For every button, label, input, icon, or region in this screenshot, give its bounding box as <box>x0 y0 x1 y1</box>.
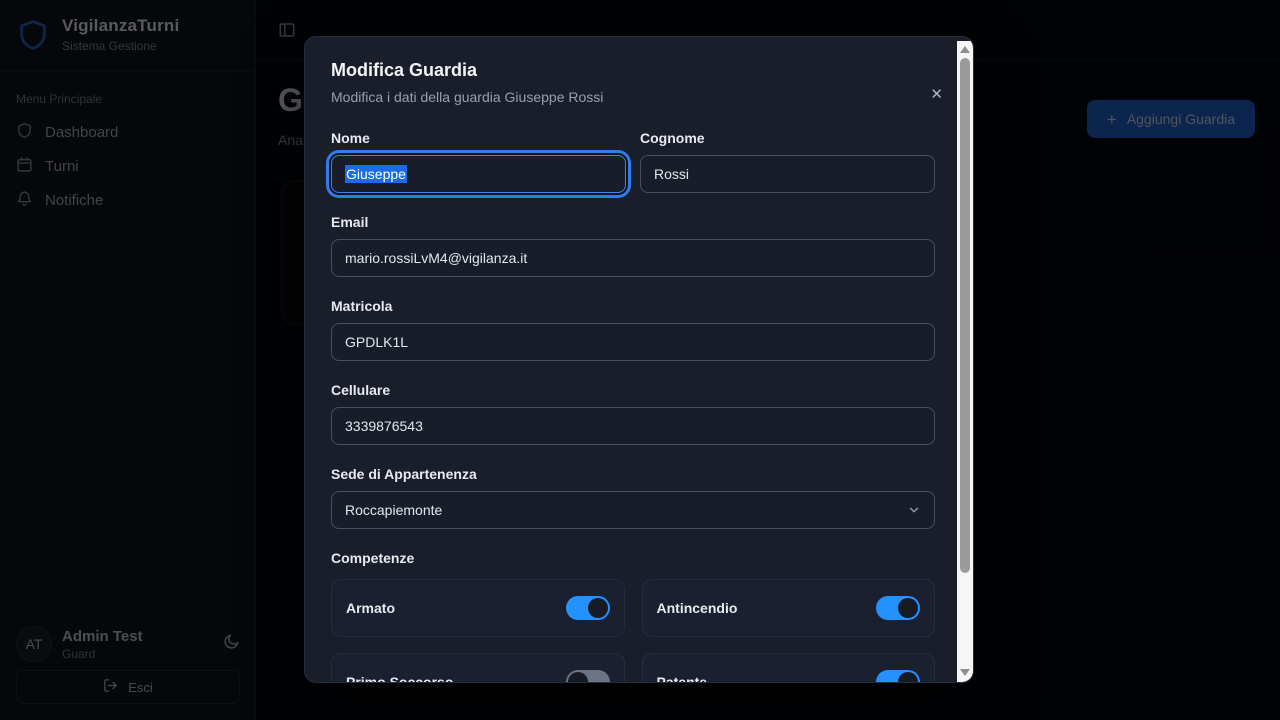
toggle-knob <box>898 598 918 618</box>
scroll-up-arrow-icon[interactable] <box>960 46 970 53</box>
toggle-knob <box>568 672 588 683</box>
competenza-label: Primo Soccorso <box>346 674 453 683</box>
sede-selected-value: Roccapiemonte <box>345 502 442 518</box>
competenze-label: Competenze <box>331 549 935 567</box>
email-field[interactable] <box>331 239 935 277</box>
competenza-label: Antincendio <box>657 600 738 616</box>
cognome-input[interactable] <box>640 155 935 193</box>
primo-soccorso-toggle[interactable] <box>566 670 610 683</box>
modal-scrollbar[interactable] <box>957 41 973 682</box>
armato-toggle[interactable] <box>566 596 610 620</box>
toggle-knob <box>588 598 608 618</box>
matricola-input[interactable] <box>331 323 935 361</box>
toggle-knob <box>898 672 918 683</box>
matricola-label: Matricola <box>331 297 935 315</box>
cellulare-input[interactable] <box>331 407 935 445</box>
modal-title: Modifica Guardia <box>331 57 935 83</box>
competenze-grid: Armato Antincendio Primo Soccorso Patent… <box>331 579 935 683</box>
competenza-card-antincendio: Antincendio <box>642 579 936 637</box>
edit-guard-modal: ✕ Modifica Guardia Modifica i dati della… <box>304 36 974 683</box>
cellulare-label: Cellulare <box>331 381 935 399</box>
chevron-down-icon <box>907 503 921 517</box>
nome-label: Nome <box>331 129 626 147</box>
sede-label: Sede di Appartenenza <box>331 465 935 483</box>
competenza-label: Armato <box>346 600 395 616</box>
selected-text: Giuseppe <box>345 165 407 183</box>
antincendio-toggle[interactable] <box>876 596 920 620</box>
competenza-card-primo-soccorso: Primo Soccorso <box>331 653 625 683</box>
patente-toggle[interactable] <box>876 670 920 683</box>
close-icon[interactable]: ✕ <box>930 87 943 102</box>
email-label: Email <box>331 213 935 231</box>
competenza-card-patente: Patente <box>642 653 936 683</box>
nome-input[interactable]: Giuseppe <box>331 155 626 193</box>
modal-subtitle: Modifica i dati della guardia Giuseppe R… <box>331 87 935 107</box>
competenza-card-armato: Armato <box>331 579 625 637</box>
scroll-down-arrow-icon[interactable] <box>960 669 970 676</box>
competenza-label: Patente <box>657 674 708 683</box>
sede-select[interactable]: Roccapiemonte <box>331 491 935 529</box>
scrollbar-thumb[interactable] <box>960 58 970 573</box>
cognome-label: Cognome <box>640 129 935 147</box>
